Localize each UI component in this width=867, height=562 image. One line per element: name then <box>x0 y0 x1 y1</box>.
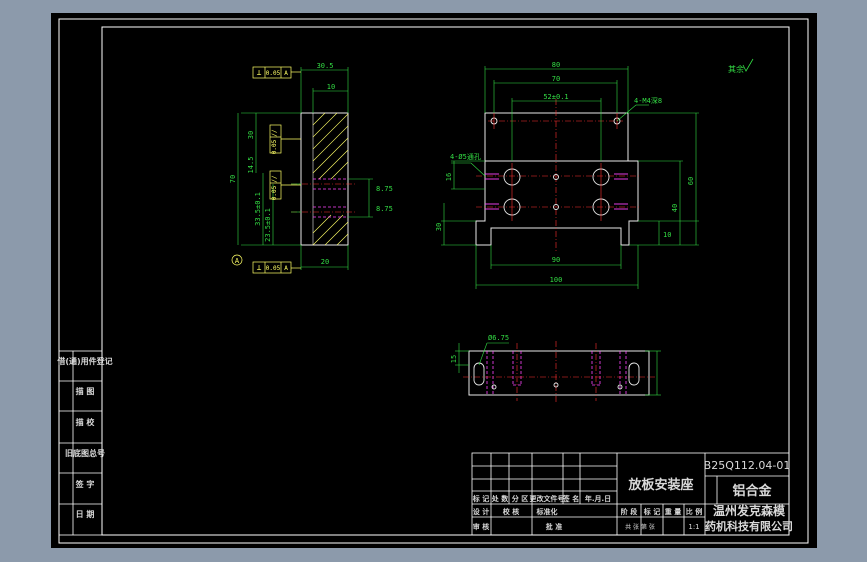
note-thread: 4-M4深8 <box>634 96 662 105</box>
material: 铝合金 <box>732 483 772 499</box>
roughness-label: 其余 <box>728 64 744 74</box>
sign-approve: 批 准 <box>546 522 562 531</box>
tol-par1-symbol: // <box>271 129 278 137</box>
sheet-info: 共 张 第 张 <box>625 523 655 531</box>
drawing-frame <box>58 18 809 544</box>
scale-value: 1:1 <box>688 523 699 531</box>
title-block: 放板安装座 B25Q112.04-01 铝合金 温州发克森模 药机科技有限公司 … <box>471 452 793 536</box>
history-col-zone: 分 区 <box>512 494 528 503</box>
tol-top-symbol: ⊥ <box>257 68 262 77</box>
history-col-sign: 签 名 <box>562 494 579 503</box>
dim-front-left-b: 30 <box>435 223 443 231</box>
dim-front-overall-top: 80 <box>552 61 560 69</box>
dim-front-bottom-inner: 90 <box>552 256 560 264</box>
dim-side-right-a: 8.75 <box>376 185 393 193</box>
front-view: 80 70 52±0.1 60 40 10 16 30 90 100 4-M4深… <box>435 61 699 289</box>
company-line1: 温州发克森模 <box>713 503 786 518</box>
stage-mark: 标 记 <box>643 507 660 516</box>
dim-side-vert-a: 30 <box>247 131 255 139</box>
dim-front-inner-b: 52±0.1 <box>543 93 568 101</box>
history-col-date: 年.月.日 <box>585 494 611 503</box>
top-view: 15 Ø6.75 <box>450 334 661 403</box>
sign-review: 审 核 <box>473 522 489 531</box>
dim-front-height-b: 40 <box>671 204 679 212</box>
history-col-file: 更改文件号 <box>530 494 565 503</box>
side-cell-old-number: 旧底图总号 <box>65 448 105 458</box>
tol-bottom-datum: A <box>284 265 288 272</box>
company-line2: 药机科技有限公司 <box>705 519 793 533</box>
dim-top-left-height: 15 <box>450 355 458 363</box>
side-cell-date: 日 期 <box>76 509 95 519</box>
dim-front-height-a: 60 <box>687 177 695 185</box>
part-name: 放板安装座 <box>627 477 693 493</box>
stage-scale: 比 例 <box>686 507 702 516</box>
cad-viewport[interactable]: 借(通)用件登记 描 图 描 校 旧底图总号 签 字 日 期 30.5 10 7… <box>51 13 817 548</box>
dim-front-bottom-overall: 100 <box>550 276 563 284</box>
history-col-count: 处 数 <box>491 494 509 503</box>
dim-side-vert-c: 33.5±0.1 <box>254 192 262 226</box>
dim-side-right-b: 8.75 <box>376 205 393 213</box>
roughness-note: 其余 <box>728 58 754 74</box>
dim-side-vert-b: 14.5 <box>247 157 255 174</box>
stage-weight: 重 量 <box>665 507 681 516</box>
side-view: 30.5 10 70 30 14.5 33.5±0.1 23.5±0.1 8.7… <box>229 62 393 274</box>
side-registration-table: 借(通)用件登记 描 图 描 校 旧底图总号 签 字 日 期 <box>56 350 113 536</box>
drawing-number: B25Q112.04-01 <box>704 459 791 472</box>
dim-side-vert-d: 23.5±0.1 <box>264 208 272 242</box>
side-cell-check: 描 校 <box>76 417 96 427</box>
tol-par2-symbol: // <box>271 175 278 183</box>
side-cell-trace: 描 图 <box>76 386 95 396</box>
note-hole-bottom: Ø6.75 <box>488 334 509 342</box>
tol-top-value: 0.05 <box>266 70 281 77</box>
note-hole-left: 4-Ø5通孔 <box>450 152 481 161</box>
datum-marker-a: A <box>235 257 240 265</box>
side-cell-borrow: 借(通)用件登记 <box>56 356 112 366</box>
dim-front-left-a: 16 <box>445 173 453 181</box>
tol-par2-value: 0.05 <box>271 185 278 200</box>
tol-bottom-symbol: ⊥ <box>257 263 262 272</box>
drawing-canvas: 借(通)用件登记 描 图 描 校 旧底图总号 签 字 日 期 30.5 10 7… <box>56 18 809 544</box>
history-col-mark: 标 记 <box>472 494 489 503</box>
dim-front-height-c: 10 <box>663 231 671 239</box>
sign-design: 设 计 <box>473 507 489 516</box>
sign-standard: 标准化 <box>536 507 558 516</box>
tol-par1-value: 0.05 <box>271 139 278 154</box>
dim-side-top-inner: 10 <box>327 83 335 91</box>
side-cell-sign: 签 字 <box>75 479 95 489</box>
dim-side-bottom-width: 20 <box>321 258 329 266</box>
dim-side-top-width: 30.5 <box>317 62 334 70</box>
stage-label: 阶 段 <box>621 507 637 516</box>
sign-check: 校 核 <box>503 507 519 516</box>
dim-side-overall-height: 70 <box>229 175 237 183</box>
dim-front-inner-a: 70 <box>552 75 560 83</box>
tol-top-datum: A <box>284 70 288 77</box>
tol-bottom-value: 0.05 <box>266 265 281 272</box>
